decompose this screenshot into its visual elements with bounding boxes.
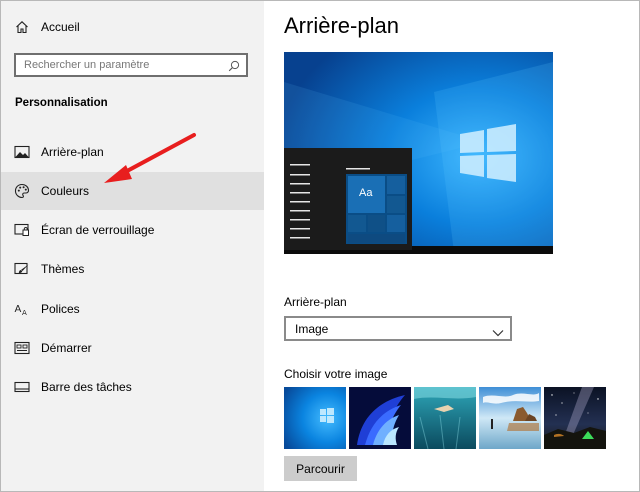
sidebar-item-label: Démarrer: [41, 341, 92, 355]
thumbnail-night-sky-tent[interactable]: [544, 387, 606, 449]
settings-window: Accueil Personnalisation Arrière-plan Co…: [0, 0, 640, 492]
taskbar-icon: [14, 379, 30, 395]
brush-icon: [14, 261, 30, 277]
sidebar-item-label: Accueil: [41, 20, 80, 34]
picture-icon: [14, 144, 30, 160]
svg-text:A: A: [22, 309, 27, 316]
sidebar-item-label: Couleurs: [41, 184, 90, 198]
choose-image-label: Choisir votre image: [284, 367, 388, 381]
thumbnail-underwater-swimmer[interactable]: [414, 387, 476, 449]
search-field[interactable]: [14, 53, 248, 77]
sidebar-item-lock-screen[interactable]: Écran de verrouillage: [1, 211, 264, 249]
sidebar-item-label: Thèmes: [41, 262, 85, 276]
chevron-down-icon[interactable]: [492, 324, 504, 337]
thumbnail-beach-rocks[interactable]: [479, 387, 541, 449]
search-icon[interactable]: [228, 59, 240, 72]
sidebar-item-label: Barre des tâches: [41, 380, 132, 394]
thumbnail-blue-bloom[interactable]: [349, 387, 411, 449]
start-icon: [14, 340, 30, 356]
sidebar-item-taskbar[interactable]: Barre des tâches: [1, 368, 264, 406]
sidebar-item-background[interactable]: Arrière-plan: [1, 133, 264, 171]
sidebar-item-fonts[interactable]: AA Polices: [1, 290, 264, 328]
search-input[interactable]: [24, 57, 224, 73]
font-icon: AA: [14, 301, 30, 317]
browse-button[interactable]: Parcourir: [284, 456, 357, 481]
lock-screen-icon: [14, 222, 30, 238]
background-type-dropdown[interactable]: Image: [284, 316, 512, 341]
wallpaper-preview-image: [284, 52, 553, 254]
home-icon: [14, 19, 30, 35]
sidebar-item-home[interactable]: Accueil: [1, 8, 264, 46]
thumbnail-windows-blue[interactable]: [284, 387, 346, 449]
section-title: Personnalisation: [15, 97, 108, 109]
sidebar: Accueil Personnalisation Arrière-plan Co…: [1, 1, 264, 491]
page-title: Arrière-plan: [284, 13, 399, 38]
sidebar-item-colors[interactable]: Couleurs: [1, 172, 264, 210]
sidebar-item-start[interactable]: Démarrer: [1, 329, 264, 367]
palette-icon: [14, 183, 30, 199]
image-thumbnails: [284, 387, 606, 451]
background-type-label: Arrière-plan: [284, 295, 347, 309]
preview-tile-label: Aa: [359, 187, 373, 199]
sidebar-item-label: Écran de verrouillage: [41, 223, 155, 237]
dropdown-value: Image: [295, 322, 329, 336]
sidebar-item-themes[interactable]: Thèmes: [1, 250, 264, 288]
main-content: Arrière-plan Aa Arrière-plan Image Chois…: [264, 1, 639, 491]
sidebar-item-label: Arrière-plan: [41, 145, 104, 159]
sidebar-item-label: Polices: [41, 302, 80, 316]
svg-text:A: A: [15, 304, 22, 315]
wallpaper-preview: Aa: [284, 52, 553, 254]
